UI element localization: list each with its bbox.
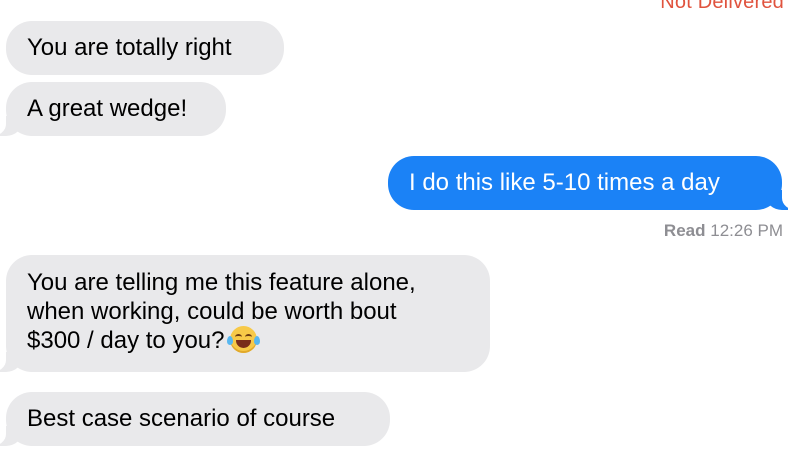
message-line: when working, could be worth bout (27, 298, 397, 325)
message-text: Best case scenario of course (27, 405, 336, 432)
bubble-tail (0, 116, 22, 136)
read-receipt: Read 12:26 PM (664, 221, 783, 241)
read-label: Read (663, 221, 706, 240)
bubble-tail (0, 426, 22, 446)
message-bubble-outgoing[interactable]: I do this like 5-10 times a day (388, 156, 798, 210)
not-delivered-status: Not Delivered (660, 0, 784, 13)
message-bubble-incoming[interactable]: You are totally right (6, 21, 284, 75)
face-with-tears-of-joy-icon (227, 326, 261, 353)
message-text: You are telling me this feature alone, w… (27, 268, 468, 355)
message-text: You are totally right (27, 34, 232, 61)
bubble-tail (766, 190, 798, 210)
message-line: You are telling me this feature alone, (27, 269, 416, 296)
message-text: A great wedge! (27, 95, 188, 122)
bubble-tail (0, 352, 22, 372)
message-bubble-incoming[interactable]: You are telling me this feature alone, w… (0, 255, 490, 372)
read-time: 12:26 PM (710, 221, 783, 240)
message-bubble-incoming[interactable]: A great wedge! (0, 82, 226, 136)
message-line: $300 / day to you? (27, 326, 468, 355)
message-bubble-incoming[interactable]: Best case scenario of course (0, 392, 390, 446)
message-text: I do this like 5-10 times a day (409, 169, 720, 196)
